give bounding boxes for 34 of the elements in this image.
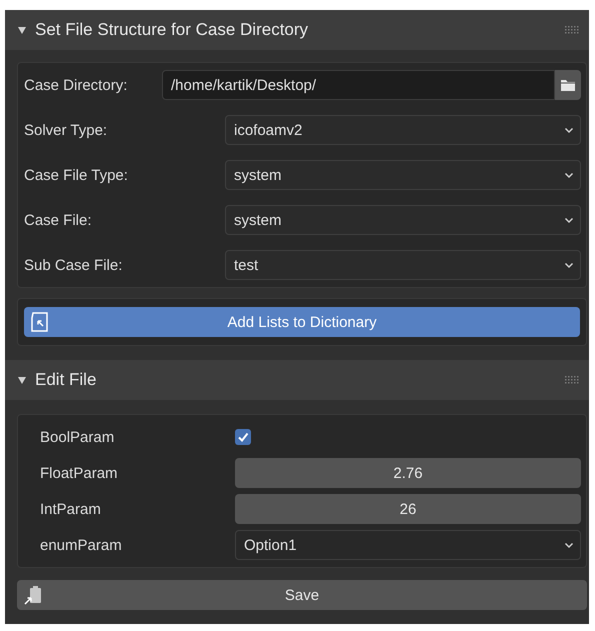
folder-icon: [560, 77, 576, 93]
section-title: Set File Structure for Case Directory: [35, 20, 310, 40]
clipboard-arrow-icon: [23, 585, 43, 605]
field-label: enumParam: [40, 536, 123, 554]
grip-icon[interactable]: [565, 376, 579, 384]
field-label: IntParam: [40, 500, 102, 518]
field-label: Case Directory:: [24, 76, 128, 94]
field-label: BoolParam: [40, 428, 116, 446]
number-field[interactable]: 26: [235, 494, 581, 524]
checkbox[interactable]: [235, 429, 251, 445]
number-field[interactable]: 2.76: [235, 458, 581, 488]
folder-button[interactable]: [555, 70, 581, 100]
dropdown[interactable]: system: [225, 160, 581, 190]
grip-icon[interactable]: [565, 26, 579, 34]
chevron-down-icon: [564, 542, 574, 548]
section-header[interactable]: Edit File: [5, 360, 589, 400]
dropdown[interactable]: system: [225, 205, 581, 235]
field-label: FloatParam: [40, 464, 119, 482]
field-label: Solver Type:: [24, 122, 108, 138]
chevron-down-icon: [564, 126, 574, 134]
chevron-down-icon: [564, 262, 574, 268]
dropdown[interactable]: Option1: [235, 530, 581, 560]
field-label: Case File:: [24, 212, 93, 228]
section-header[interactable]: Set File Structure for Case Directory: [5, 10, 589, 50]
field-label: Case File Type:: [24, 166, 129, 184]
dropdown[interactable]: icofoamv2: [225, 115, 581, 145]
chevron-down-icon: [564, 216, 574, 224]
add-lists-button[interactable]: Add Lists to Dictionary: [24, 307, 580, 337]
section-title: Edit File: [35, 370, 98, 390]
field-label: Sub Case File:: [24, 256, 124, 274]
path-field[interactable]: /home/kartik/Desktop/: [162, 70, 555, 100]
save-button[interactable]: Save: [17, 580, 587, 610]
chevron-down-icon: [564, 172, 574, 178]
dropdown[interactable]: test: [225, 250, 581, 280]
